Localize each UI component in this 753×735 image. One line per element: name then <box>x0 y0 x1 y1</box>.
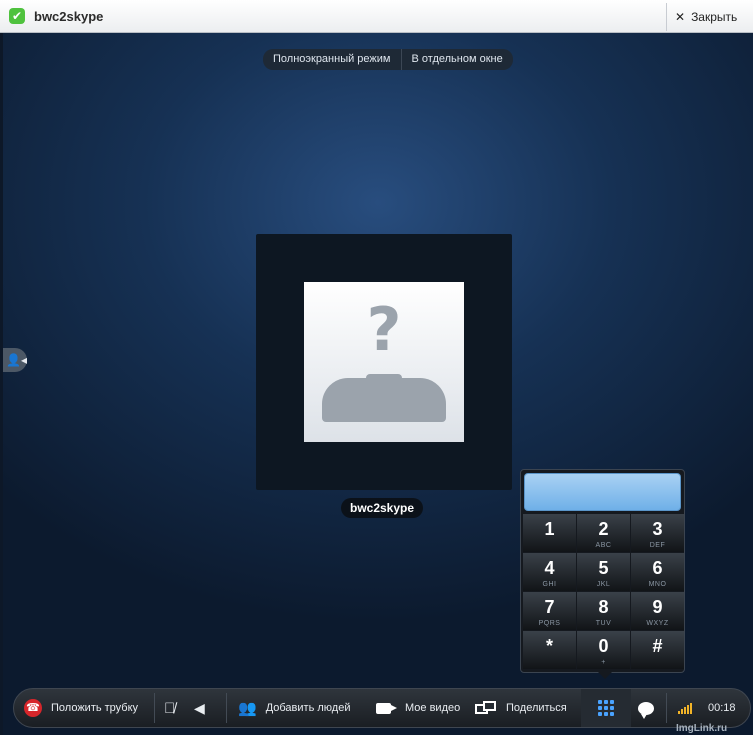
call-quality-signal-icon <box>678 702 692 714</box>
question-mark-icon: ? <box>366 295 402 365</box>
dialpad-toggle-button[interactable] <box>581 689 631 727</box>
key-digit: 6 <box>652 558 663 578</box>
close-label: Закрыть <box>691 10 738 24</box>
key-digit: 8 <box>598 597 609 617</box>
dialpad-key-star[interactable]: * <box>523 631 576 669</box>
contact-panel-tab[interactable]: 👤◂ <box>3 348 27 372</box>
dialpad-key-9[interactable]: 9 WXYZ <box>631 592 684 630</box>
caller-video-frame: ? <box>256 234 512 490</box>
contact-panel-icon: 👤◂ <box>6 353 27 367</box>
add-people-icon: 👥 <box>238 700 257 717</box>
key-letters: TUV <box>595 620 612 627</box>
dialpad-key-5[interactable]: 5 JKL <box>577 553 630 591</box>
chat-button[interactable] <box>638 689 654 727</box>
caller-name-label: bwc2skype <box>341 498 424 518</box>
dialpad-grid-icon <box>598 700 614 716</box>
unknown-user-avatar-icon: ? <box>304 282 464 442</box>
dialpad-keys: 1 2 ABC 3 DEF 4 GHI 5 JKL 6 MNO 7 PQRS 8 TUV 9 W… <box>523 514 684 669</box>
hangup-phone-icon: ☎ <box>24 699 42 717</box>
add-people-button[interactable]: 👥 Добавить людей <box>238 689 350 727</box>
key-digit: 2 <box>598 519 609 539</box>
key-letters: WXYZ <box>646 620 669 627</box>
key-digit: 9 <box>652 597 663 617</box>
title-bar: ✔ bwc2skype ✕ Закрыть <box>0 0 753 33</box>
key-letters: DEF <box>649 542 666 549</box>
call-quality-button[interactable] <box>678 689 692 727</box>
skype-check-icon: ✔ <box>9 8 25 24</box>
dialpad-panel: 1 2 ABC 3 DEF 4 GHI 5 JKL 6 MNO 7 PQRS 8 TUV 9 W… <box>520 469 685 679</box>
toolbar-divider <box>154 693 155 723</box>
key-digit: 5 <box>598 558 609 578</box>
key-letters: + <box>601 659 606 666</box>
key-letters: ABC <box>595 542 612 549</box>
key-digit: 1 <box>544 519 555 539</box>
key-letters: MNO <box>648 581 667 588</box>
hangup-button[interactable]: ☎ Положить трубку <box>24 689 138 727</box>
share-label: Поделиться <box>506 702 567 714</box>
share-button[interactable]: Поделиться <box>475 689 567 727</box>
key-digit: 0 <box>598 636 609 656</box>
key-digit: # <box>652 636 663 656</box>
avatar-shoulders <box>322 378 446 422</box>
close-button[interactable]: ✕ Закрыть <box>666 3 753 31</box>
my-video-label: Мое видео <box>405 702 461 714</box>
separate-window-button[interactable]: В отдельном окне <box>402 49 513 70</box>
window-title: bwc2skype <box>34 9 104 24</box>
call-toolbar: ☎ Положить трубку 🎙̸ ◀ 👥 Добавить людей … <box>13 688 751 728</box>
close-icon: ✕ <box>675 10 686 24</box>
dialpad-key-7[interactable]: 7 PQRS <box>523 592 576 630</box>
dialpad-pointer <box>598 672 612 679</box>
microphone-muted-icon: 🎙̸ <box>164 699 176 717</box>
speaker-icon: ◀ <box>194 699 205 716</box>
dialpad-key-1[interactable]: 1 <box>523 514 576 552</box>
key-digit: * <box>545 636 553 656</box>
video-camera-icon <box>376 702 397 714</box>
skype-call-window: ✔ bwc2skype ✕ Закрыть Полноэкранный режим… <box>0 0 753 735</box>
key-letters: JKL <box>596 581 611 588</box>
toolbar-divider <box>666 693 667 723</box>
dialpad-key-hash[interactable]: # <box>631 631 684 669</box>
dialpad-key-0[interactable]: 0 + <box>577 631 630 669</box>
view-mode-toggle: Полноэкранный режим В отдельном окне <box>263 49 513 70</box>
volume-button[interactable]: ◀ <box>194 689 205 727</box>
add-people-label: Добавить людей <box>265 702 351 714</box>
chat-bubble-icon <box>638 701 654 719</box>
key-digit: 7 <box>544 597 555 617</box>
share-screen-icon <box>475 701 497 715</box>
dialpad-key-8[interactable]: 8 TUV <box>577 592 630 630</box>
mute-button[interactable]: 🎙̸ <box>164 689 175 727</box>
hangup-label: Положить трубку <box>51 702 139 714</box>
dialpad-key-6[interactable]: 6 MNO <box>631 553 684 591</box>
dialpad-display <box>524 473 681 511</box>
dialpad-key-2[interactable]: 2 ABC <box>577 514 630 552</box>
my-video-button[interactable]: Мое видео <box>376 689 460 727</box>
key-digit: 3 <box>652 519 663 539</box>
dialpad-key-4[interactable]: 4 GHI <box>523 553 576 591</box>
call-stage: Полноэкранный режим В отдельном окне 👤◂ … <box>3 33 753 735</box>
watermark-text: ImgLink.ru <box>676 723 728 734</box>
dialpad-key-3[interactable]: 3 DEF <box>631 514 684 552</box>
key-letters: PQRS <box>538 620 561 627</box>
key-letters: GHI <box>542 581 557 588</box>
call-duration: 00:18 <box>708 702 736 714</box>
toolbar-divider <box>226 693 227 723</box>
fullscreen-mode-button[interactable]: Полноэкранный режим <box>263 49 401 70</box>
key-digit: 4 <box>544 558 555 578</box>
